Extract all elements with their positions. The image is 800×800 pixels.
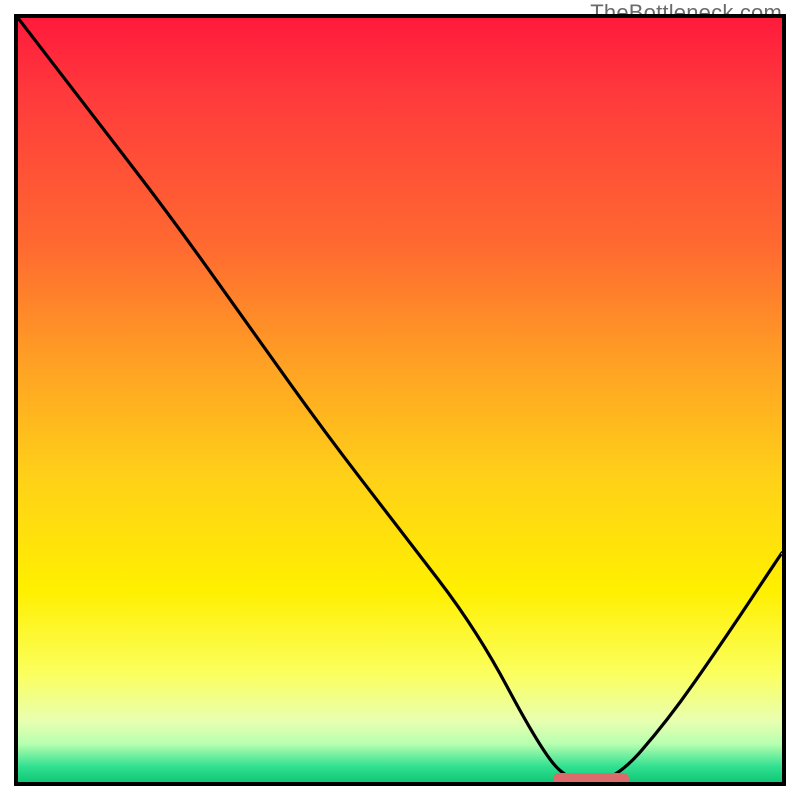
curve-svg xyxy=(18,18,782,782)
bottleneck-curve-path xyxy=(18,18,782,782)
optimal-marker xyxy=(553,773,629,785)
plot-area xyxy=(14,14,786,786)
chart-container: TheBottleneck.com xyxy=(0,0,800,800)
